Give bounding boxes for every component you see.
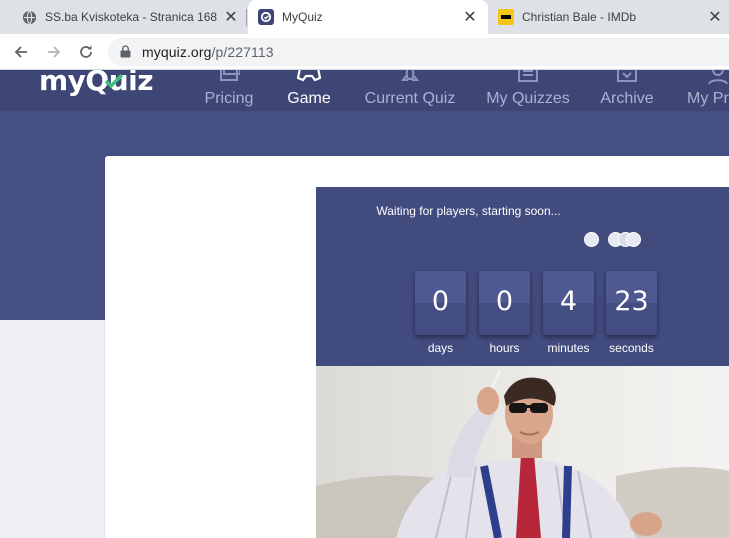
lock-icon <box>120 45 131 58</box>
url-path: /p/227113 <box>211 44 274 60</box>
close-tab-icon[interactable]: ✕ <box>223 9 239 26</box>
countdown-label: minutes <box>547 341 590 355</box>
countdown-label: hours <box>489 341 520 355</box>
nav-pricing[interactable]: Pricing <box>193 70 265 111</box>
folder-icon <box>518 70 538 82</box>
browser-tab-myquiz[interactable]: MyQuiz ✕ <box>248 0 488 34</box>
checkmark-icon <box>104 74 124 89</box>
nav-label: Game <box>287 90 331 107</box>
forward-button[interactable] <box>42 40 66 64</box>
reload-button[interactable] <box>74 40 98 64</box>
browser-tab-strip: SS.ba Kviskoteka - Stranica 168 - ✕ MyQu… <box>0 0 729 34</box>
arrow-left-icon <box>14 46 27 58</box>
tab-title: SS.ba Kviskoteka - Stranica 168 - <box>45 10 217 24</box>
myquiz-logo[interactable]: myQuiz <box>39 70 154 97</box>
address-bar[interactable]: myquiz.org/p/227113 <box>108 38 729 66</box>
waiting-status: Waiting for players, starting soon... <box>376 204 561 218</box>
site-header: myQuiz Pricing Game Current Quiz My Quiz… <box>0 70 729 111</box>
nav-label: My Pro <box>687 90 729 107</box>
nav-label: Pricing <box>204 90 254 107</box>
browser-tab-imdb[interactable]: Christian Bale - IMDb ✕ <box>488 0 729 34</box>
countdown-label: days <box>427 341 454 355</box>
globe-icon <box>21 9 37 25</box>
reload-icon <box>80 45 92 58</box>
countdown-days: 0 days <box>415 271 466 355</box>
url-domain: myquiz.org <box>142 44 212 60</box>
logo-text: myQuiz <box>39 70 154 97</box>
countdown-value: 0 <box>431 286 450 317</box>
archive-icon <box>617 70 637 82</box>
countdown-hours: 0 hours <box>479 271 530 355</box>
nav-archive[interactable]: Archive <box>596 70 658 111</box>
quiz-question-image <box>316 366 729 538</box>
user-icon <box>708 70 728 84</box>
countdown-panel: Waiting for players, starting soon... 0 … <box>316 187 729 366</box>
countdown-value: 0 <box>495 286 514 317</box>
browser-tab-ssba[interactable]: SS.ba Kviskoteka - Stranica 168 - ✕ <box>0 0 245 34</box>
nav-game[interactable]: Game <box>279 70 339 111</box>
pricing-icon <box>220 70 240 81</box>
myquiz-icon <box>258 9 274 25</box>
nav-label: Archive <box>600 90 654 107</box>
tab-title: MyQuiz <box>282 10 323 24</box>
tab-separator <box>246 9 247 26</box>
nav-label: My Quizzes <box>486 90 570 107</box>
address-url: myquiz.org/p/227113 <box>142 44 274 60</box>
nav-my-profile[interactable]: My Pro <box>684 70 729 111</box>
browser-toolbar: myquiz.org/p/227113 <box>0 34 729 70</box>
countdown-seconds: 23 seconds <box>606 271 657 355</box>
imdb-icon <box>498 9 514 25</box>
tab-title: Christian Bale - IMDb <box>522 10 637 24</box>
loading-dot <box>584 232 599 247</box>
countdown-minutes: 4 minutes <box>543 271 594 355</box>
nav-current-quiz[interactable]: Current Quiz <box>360 70 460 111</box>
countdown-value: 23 <box>614 286 649 317</box>
rocket-icon <box>401 70 419 81</box>
close-tab-icon[interactable]: ✕ <box>462 9 478 26</box>
nav-my-quizzes[interactable]: My Quizzes <box>483 70 573 111</box>
arrow-right-icon <box>48 46 61 58</box>
countdown-value: 4 <box>559 286 578 317</box>
loading-dot <box>626 232 641 247</box>
close-tab-icon[interactable]: ✕ <box>707 9 723 26</box>
countdown-label: seconds <box>609 341 654 355</box>
nav-label: Current Quiz <box>364 90 456 107</box>
gamepad-icon <box>297 70 321 82</box>
back-button[interactable] <box>9 40 33 64</box>
